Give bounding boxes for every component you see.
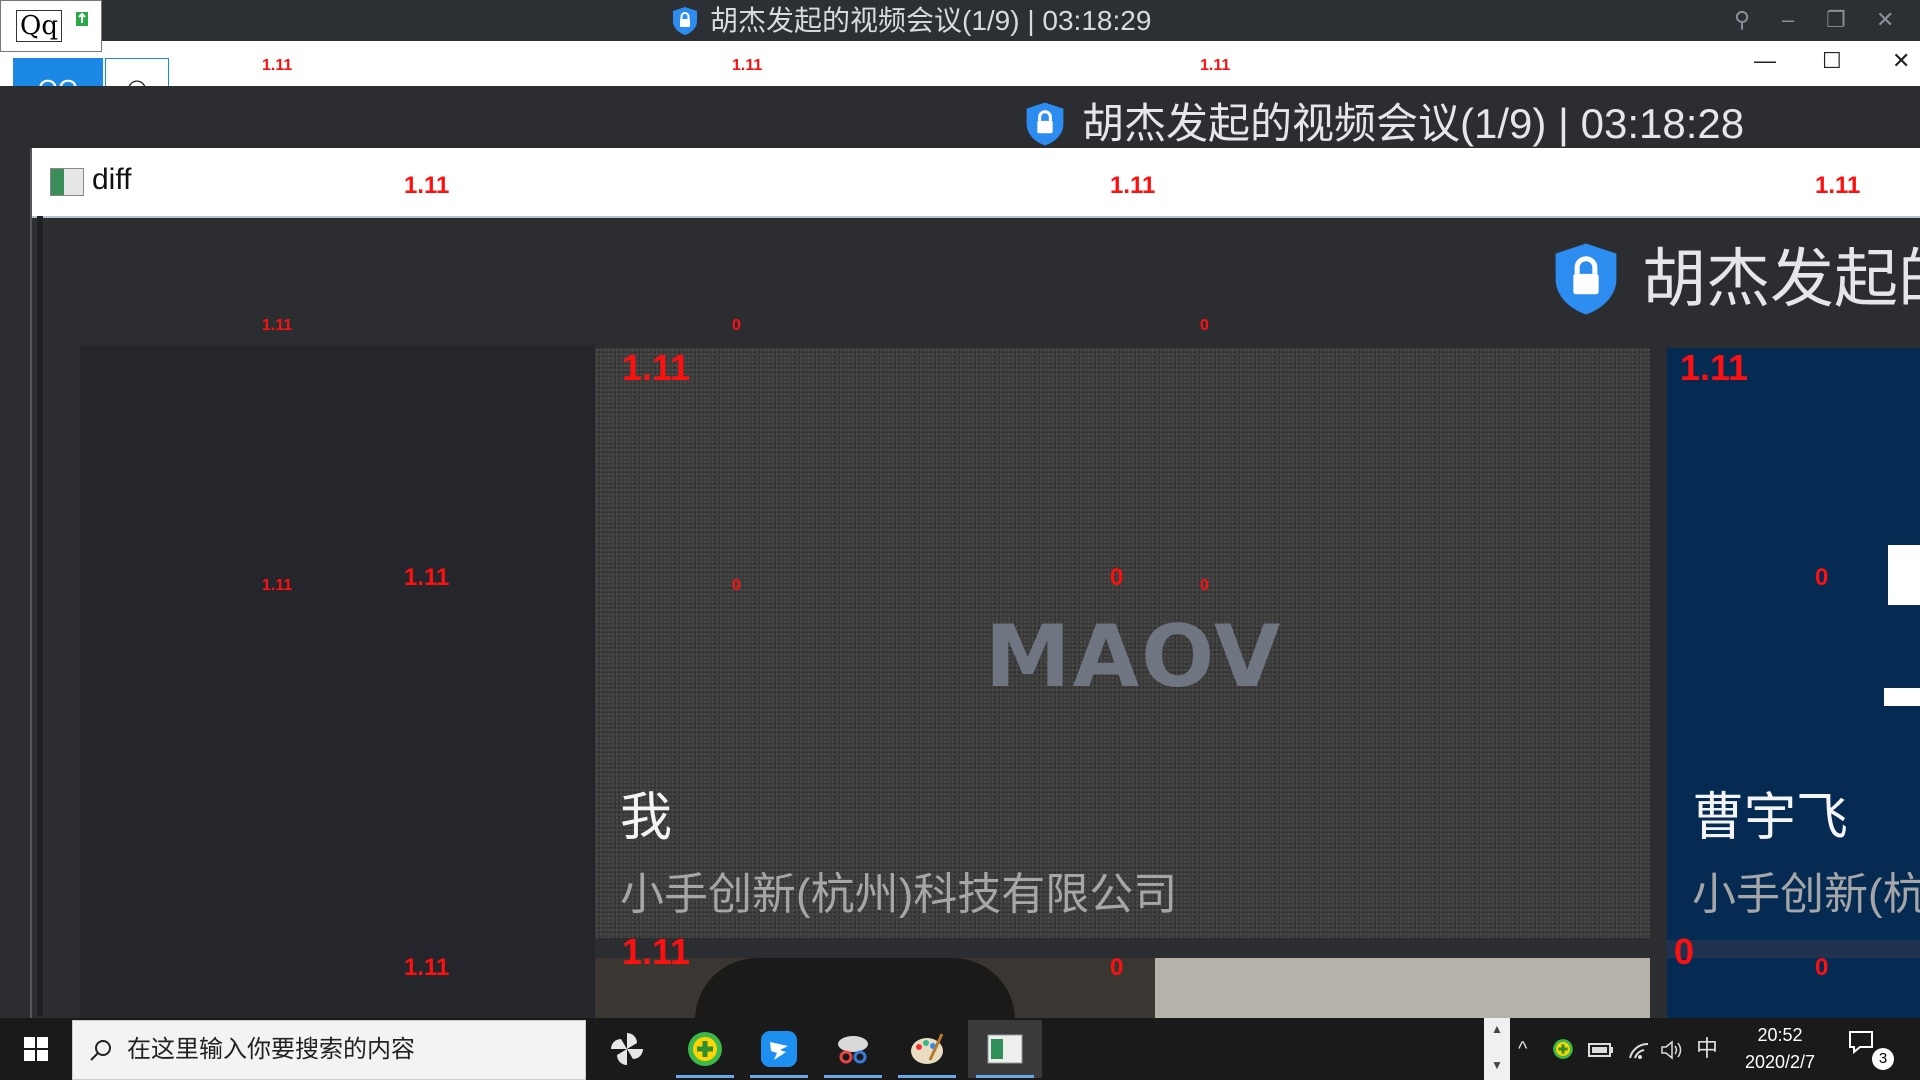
diff-marker: 1.11	[262, 57, 293, 74]
close-icon[interactable]: ✕	[1876, 8, 1894, 32]
diff-window-title: diff	[92, 163, 132, 196]
window-close-button[interactable]: ✕	[1892, 48, 1910, 74]
diff-window-header	[32, 148, 1920, 218]
notification-count-badge: 3	[1872, 1048, 1894, 1070]
search-icon	[90, 1040, 111, 1061]
chevron-up-icon: ▲	[1491, 1022, 1503, 1036]
clock-date: 2020/2/7	[1744, 1052, 1816, 1072]
tile-decoration	[1888, 545, 1920, 605]
person-silhouette	[695, 958, 1015, 1020]
video-tile-cao[interactable]	[1667, 348, 1920, 940]
nested-meeting-title: 胡杰发起的视频会议(1/9) | 03:18:28	[1022, 100, 1744, 148]
volume-icon[interactable]	[1660, 1040, 1684, 1065]
diff-marker: 0	[1110, 564, 1124, 591]
lock-icon	[1548, 236, 1624, 322]
system-clock[interactable]: 20:52 2020/2/7	[1720, 1022, 1840, 1076]
window-maximize-button[interactable]: ☐	[1822, 48, 1842, 74]
diff-marker: 1.11	[1680, 347, 1749, 388]
notification-center-icon[interactable]	[1848, 1030, 1874, 1061]
participant-company-cao: 小手创新(杭	[1692, 870, 1920, 919]
scissors-icon	[838, 1036, 868, 1064]
app-icon	[50, 168, 84, 196]
wifi-icon[interactable]	[1628, 1040, 1650, 1065]
minimize-icon[interactable]: –	[1782, 8, 1794, 32]
security-plus-icon	[688, 1032, 722, 1066]
outer-meeting-title-text: 胡杰发起的视频会议(1/9) | 03:18:29	[710, 5, 1152, 36]
diff-marker: 1.11	[262, 317, 293, 334]
diff-marker: 0	[1110, 954, 1124, 981]
diff-marker: 0	[1200, 317, 1209, 334]
window-minimize-button[interactable]: —	[1754, 48, 1776, 74]
restore-icon[interactable]: ❐	[1826, 8, 1846, 32]
window-border	[37, 216, 43, 1016]
taskbar-app-360[interactable]	[668, 1020, 742, 1078]
tile-decoration	[1884, 688, 1920, 706]
diff-marker: 1.11	[404, 172, 450, 199]
diff-marker: 0	[732, 317, 741, 334]
taskbar-scroll[interactable]: ▲ ▼	[1484, 1018, 1510, 1080]
taskbar-app-pinwheel[interactable]	[590, 1020, 664, 1078]
diff-marker: 1.11	[622, 931, 691, 972]
diff-marker: 1.11	[1815, 172, 1861, 199]
taskbar-app-dingtalk[interactable]	[742, 1020, 816, 1078]
lock-icon	[670, 6, 700, 36]
tray-overflow-icon[interactable]: ^	[1518, 1036, 1527, 1062]
clock-time: 20:52	[1757, 1025, 1803, 1045]
start-button[interactable]	[0, 1018, 72, 1080]
video-watermark-logo: MAOV	[985, 607, 1283, 707]
pin-icon[interactable]: ⚲	[1734, 8, 1750, 32]
tray-360-icon[interactable]	[1552, 1038, 1574, 1065]
diff-marker: 1.11	[622, 347, 691, 388]
taskbar-app-paint[interactable]	[890, 1020, 964, 1078]
inner-meeting-title: 胡杰发起的	[1548, 236, 1920, 322]
diff-marker: 0	[732, 577, 741, 594]
diff-marker: 0	[1674, 931, 1695, 972]
diff-marker: 1.11	[732, 57, 763, 74]
diff-app-icon	[987, 1034, 1023, 1064]
diff-marker: 0	[1815, 954, 1829, 981]
diff-marker: 0	[1815, 564, 1829, 591]
battery-icon[interactable]	[1588, 1042, 1614, 1063]
participant-name-me: 我	[620, 789, 673, 847]
diff-marker: 1.11	[262, 577, 293, 594]
tile-gap	[1667, 940, 1920, 958]
dingtalk-icon	[761, 1031, 797, 1067]
participant-name-cao: 曹宇飞	[1692, 789, 1849, 847]
left-participant-panel	[80, 345, 595, 1020]
outer-meeting-title: 胡杰发起的视频会议(1/9) | 03:18:29	[670, 6, 1151, 36]
refresh-icon[interactable]	[72, 8, 92, 30]
search-placeholder: 在这里输入你要搜索的内容	[127, 1036, 415, 1063]
diff-marker: 1.11	[404, 954, 450, 981]
lock-icon	[1022, 101, 1068, 147]
diff-marker: 1.11	[1200, 57, 1231, 74]
font-preview-text: Qq	[16, 10, 62, 42]
windows-icon	[24, 1037, 48, 1061]
taskbar-app-diff[interactable]	[968, 1020, 1042, 1078]
pinwheel-icon	[611, 1033, 643, 1065]
paint-palette-icon	[911, 1033, 944, 1064]
inner-meeting-title-text: 胡杰发起的	[1642, 243, 1920, 315]
taskbar-search-box[interactable]: 在这里输入你要搜索的内容	[72, 1020, 586, 1080]
participant-company-me: 小手创新(杭州)科技有限公司	[620, 870, 1178, 919]
background-banner	[1155, 958, 1650, 1020]
diff-marker: 1.11	[404, 564, 450, 591]
video-tile-row2-right[interactable]	[1667, 958, 1920, 1020]
diff-marker: 1.11	[1110, 172, 1156, 199]
diff-marker: 0	[1200, 577, 1209, 594]
taskbar-app-snipping[interactable]	[816, 1020, 890, 1078]
ime-indicator[interactable]: 中	[1696, 1036, 1718, 1062]
nested-meeting-title-text: 胡杰发起的视频会议(1/9) | 03:18:28	[1082, 100, 1745, 147]
chevron-down-icon: ▼	[1491, 1058, 1503, 1072]
